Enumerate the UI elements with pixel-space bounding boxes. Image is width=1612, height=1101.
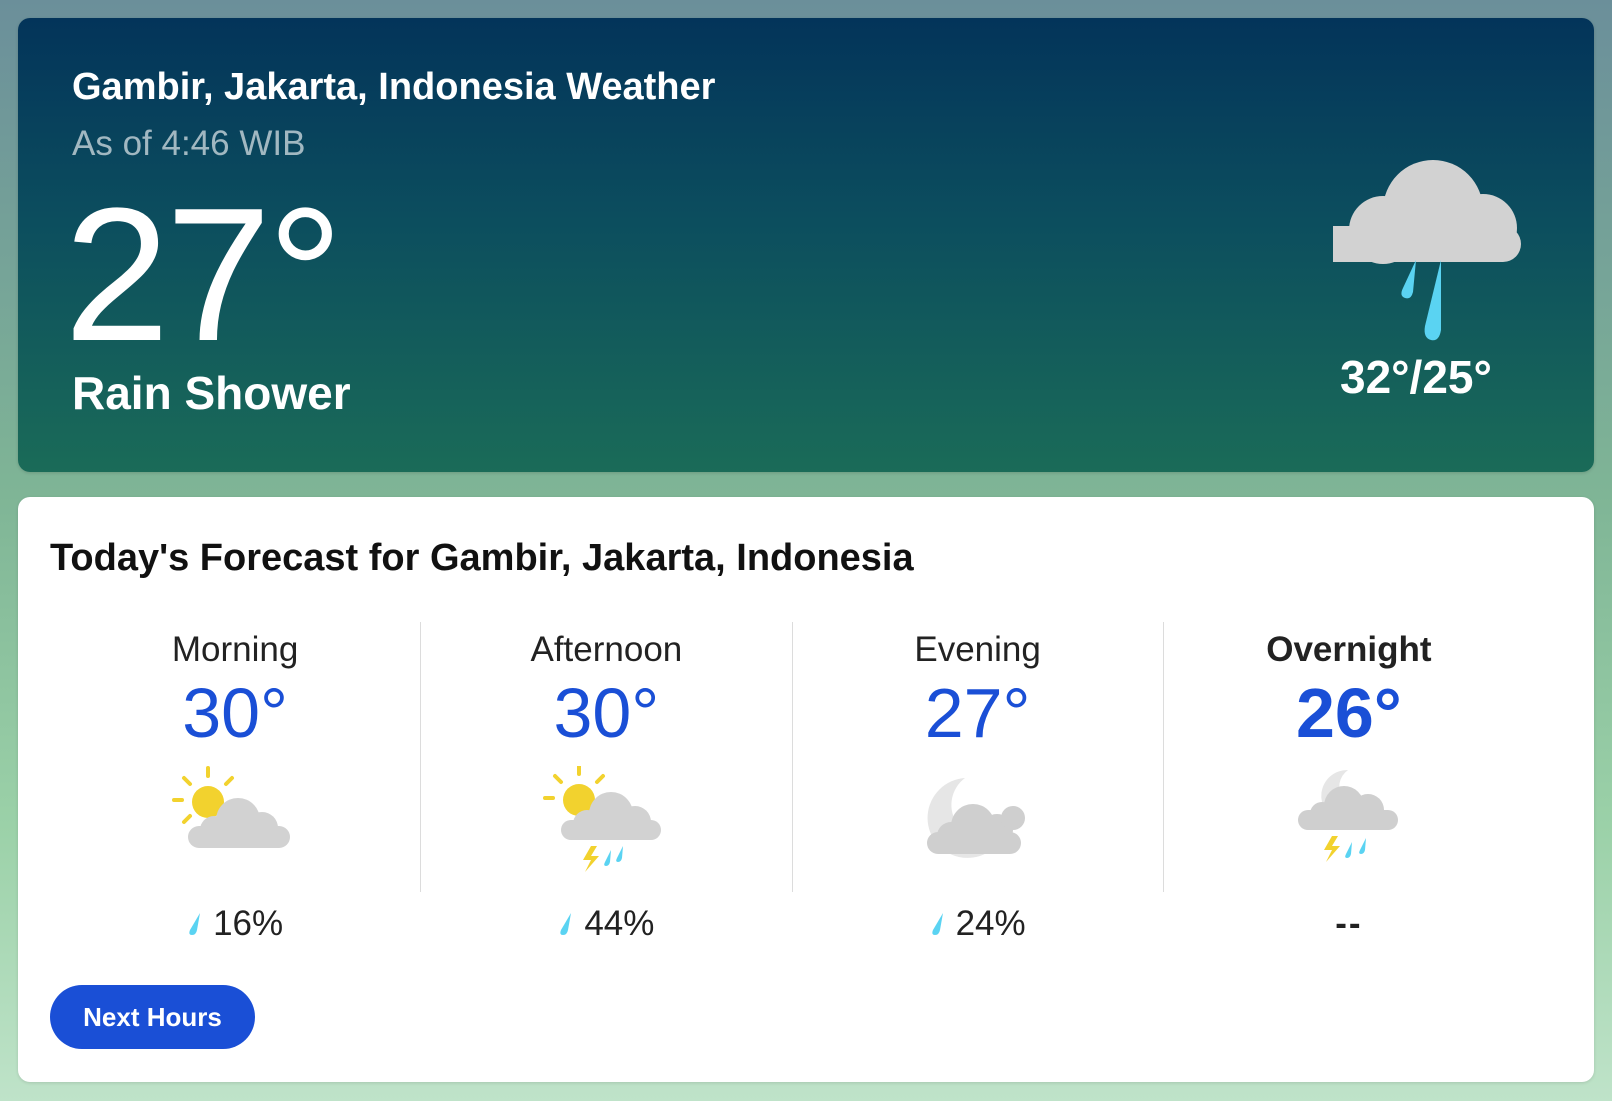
partly-cloudy-icon: [172, 766, 291, 848]
thunderstorm-icon: [543, 766, 662, 872]
forecast-period-morning[interactable]: Morning 30° 16%: [50, 622, 420, 943]
period-label: Morning: [171, 630, 299, 669]
current-temperature: 27°: [64, 169, 343, 381]
precip-chance: 16%: [50, 902, 420, 946]
todays-forecast-card: Today's Forecast for Gambir, Jakarta, In…: [18, 497, 1594, 1082]
precip-value: 16%: [213, 904, 284, 943]
forecast-period-evening[interactable]: Evening 27° 24%: [791, 622, 1163, 943]
high-low-temperature: 32°/25°: [1340, 351, 1492, 403]
period-label: Overnight: [1266, 630, 1432, 669]
precip-value: --: [1335, 904, 1363, 943]
precip-chance: 44%: [421, 902, 791, 946]
forecast-periods: Morning 30° 16% Afternoon 30° 44% Evenin…: [50, 622, 1534, 943]
current-conditions-card: Gambir, Jakarta, Indonesia Weather As of…: [18, 18, 1594, 472]
mostly-cloudy-night-icon: [926, 778, 1025, 858]
rain-drop-icon: [189, 913, 201, 935]
period-temperature: 30°: [553, 674, 660, 752]
precip-chance: 24%: [793, 902, 1163, 946]
precip-value: 24%: [955, 904, 1026, 943]
period-label: Evening: [914, 630, 1041, 669]
rain-drop-icon: [560, 913, 572, 935]
period-temperature: 26°: [1295, 674, 1402, 752]
rain-shower-icon: [1333, 160, 1521, 341]
precip-value: 44%: [584, 904, 655, 943]
next-hours-button[interactable]: Next Hours: [50, 985, 255, 1049]
period-label: Afternoon: [530, 630, 683, 669]
forecast-period-afternoon[interactable]: Afternoon 30° 44%: [420, 622, 791, 943]
night-thunderstorm-icon: [1297, 769, 1398, 862]
location-title: Gambir, Jakarta, Indonesia Weather: [72, 66, 716, 108]
forecast-title: Today's Forecast for Gambir, Jakarta, In…: [50, 537, 914, 579]
precip-chance: --: [1164, 902, 1534, 946]
weather-phrase: Rain Shower: [72, 367, 351, 419]
rain-drop-icon: [931, 913, 943, 935]
period-temperature: 30°: [182, 674, 289, 752]
forecast-period-overnight[interactable]: Overnight 26° --: [1162, 622, 1534, 943]
timestamp: As of 4:46 WIB: [72, 124, 306, 163]
period-temperature: 27°: [924, 674, 1031, 752]
